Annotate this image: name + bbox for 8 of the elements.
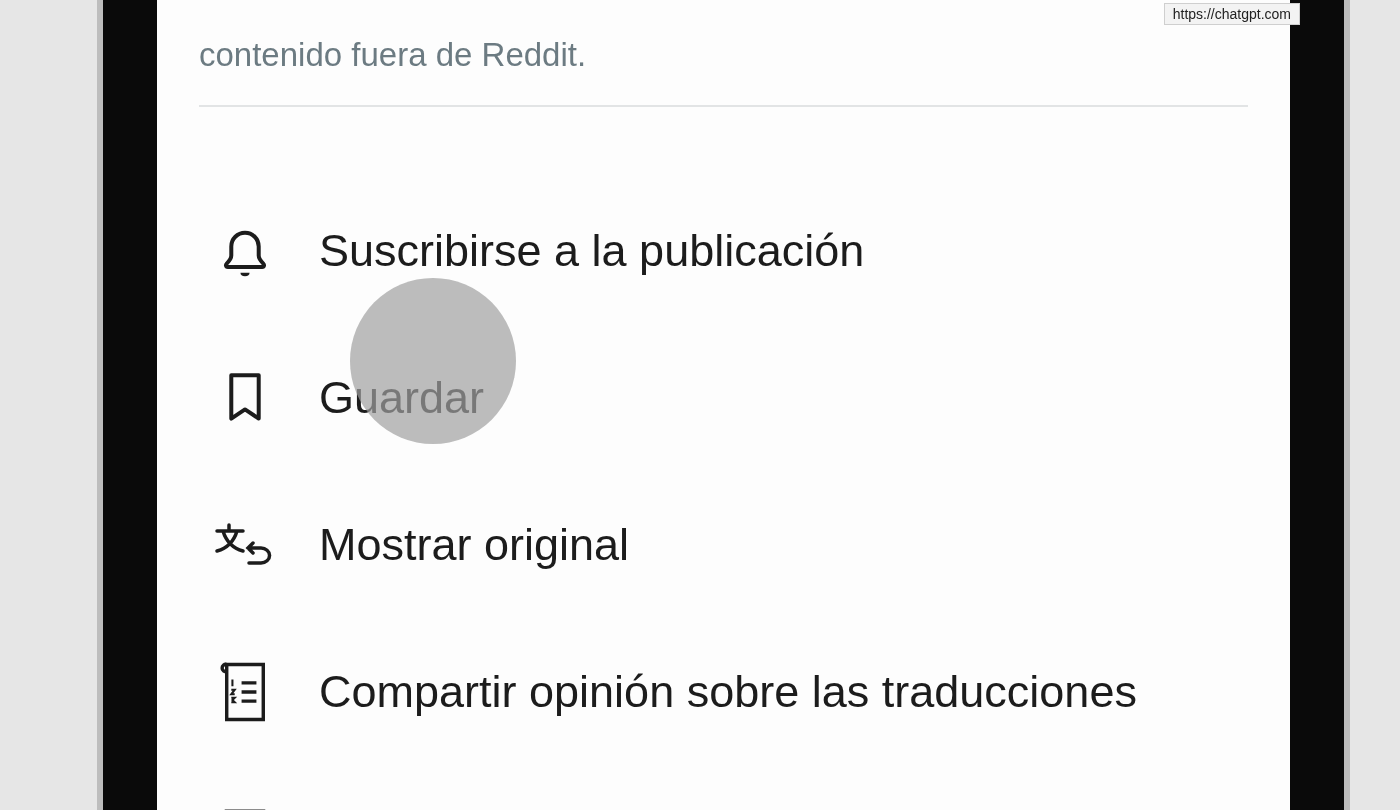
menu-label: Suscribirse a la publicación xyxy=(319,224,865,277)
menu-item[interactable]: Compartir opinión sobre las traducciones xyxy=(199,618,1248,765)
menu-label: Mostrar original xyxy=(319,518,630,571)
notice-text: contenido fuera de Reddit. xyxy=(199,35,588,75)
url-tooltip: https://chatgpt.com xyxy=(1163,3,1300,25)
menu-label: Compartir opinión sobre las traducciones xyxy=(319,665,1137,718)
menu-item[interactable]: Mostrar original xyxy=(199,471,1248,618)
menu-item[interactable]: Suscribirse a la publicación xyxy=(199,177,1248,324)
